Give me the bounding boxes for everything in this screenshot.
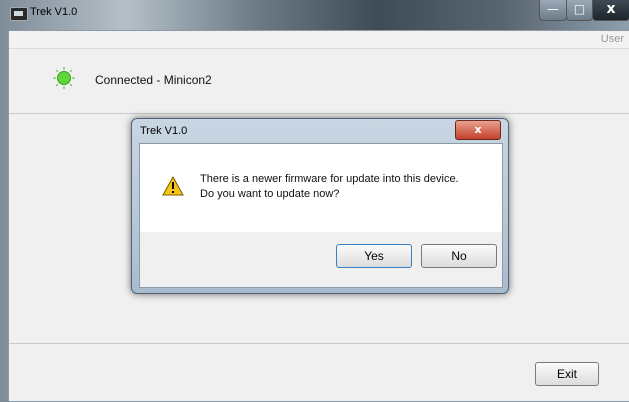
maximize-button[interactable]: □ (566, 0, 593, 21)
connection-led-icon (53, 67, 75, 89)
dialog-body: There is a newer firmware for update int… (139, 143, 503, 288)
connection-status: Connected - Minicon2 (95, 73, 212, 87)
dialog-message-line-1: There is a newer firmware for update int… (200, 173, 459, 185)
firmware-update-dialog: Trek V1.0 x There is a newer firmware fo… (131, 118, 509, 294)
menu-bar: User (9, 31, 629, 49)
dialog-message: There is a newer firmware for update int… (200, 172, 459, 202)
window-title: Trek V1.0 (30, 6, 78, 18)
dialog-message-line-2: Do you want to update now? (200, 188, 340, 200)
dialog-title: Trek V1.0 (140, 125, 188, 137)
bottom-bar: Exit (9, 343, 629, 402)
status-panel: Connected - Minicon2 (9, 49, 629, 114)
warning-icon (162, 176, 184, 196)
yes-button[interactable]: Yes (336, 244, 412, 268)
app-icon (10, 7, 28, 21)
minimize-button[interactable]: — (539, 0, 567, 21)
no-button[interactable]: No (421, 244, 497, 268)
close-button[interactable]: x (592, 0, 629, 21)
user-menu[interactable]: User (601, 33, 624, 45)
title-bar[interactable]: Trek V1.0 — □ x (0, 0, 629, 28)
dialog-message-area: There is a newer firmware for update int… (140, 144, 502, 232)
exit-button[interactable]: Exit (535, 362, 599, 386)
dialog-close-button[interactable]: x (455, 120, 501, 140)
